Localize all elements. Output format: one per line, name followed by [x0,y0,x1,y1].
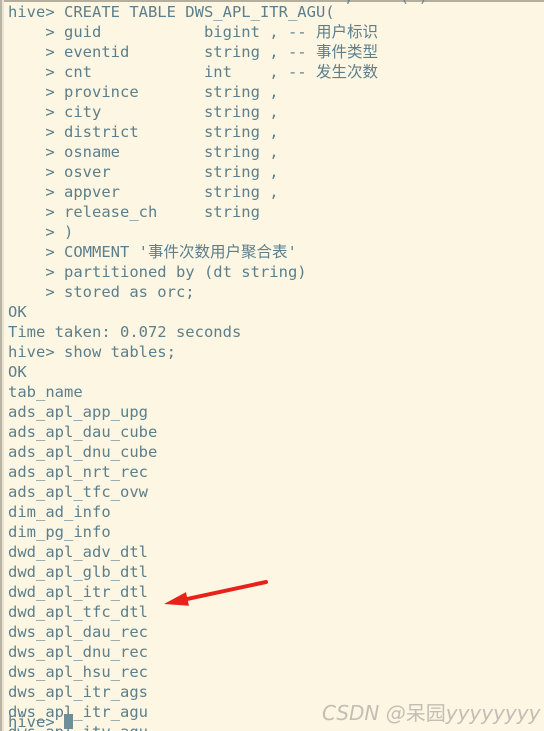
watermark-suffix: yyyyyyyy [445,701,541,725]
shell-prompt: hive> [8,713,64,731]
terminal-window: , -- ( ) hive> CREATE TABLE DWS_APL_ITR_… [0,0,544,731]
watermark-name: 呆园 [405,701,446,725]
terminal-screen[interactable]: , -- ( ) hive> CREATE TABLE DWS_APL_ITR_… [4,0,544,731]
console-output: hive> CREATE TABLE DWS_APL_ITR_AGU( > gu… [8,3,378,731]
prompt-line[interactable]: hive> [8,712,73,731]
text-cursor [64,714,73,729]
csdn-watermark: CSDN @呆园yyyyyyyy [322,697,540,726]
watermark-prefix: CSDN @ [322,701,406,725]
